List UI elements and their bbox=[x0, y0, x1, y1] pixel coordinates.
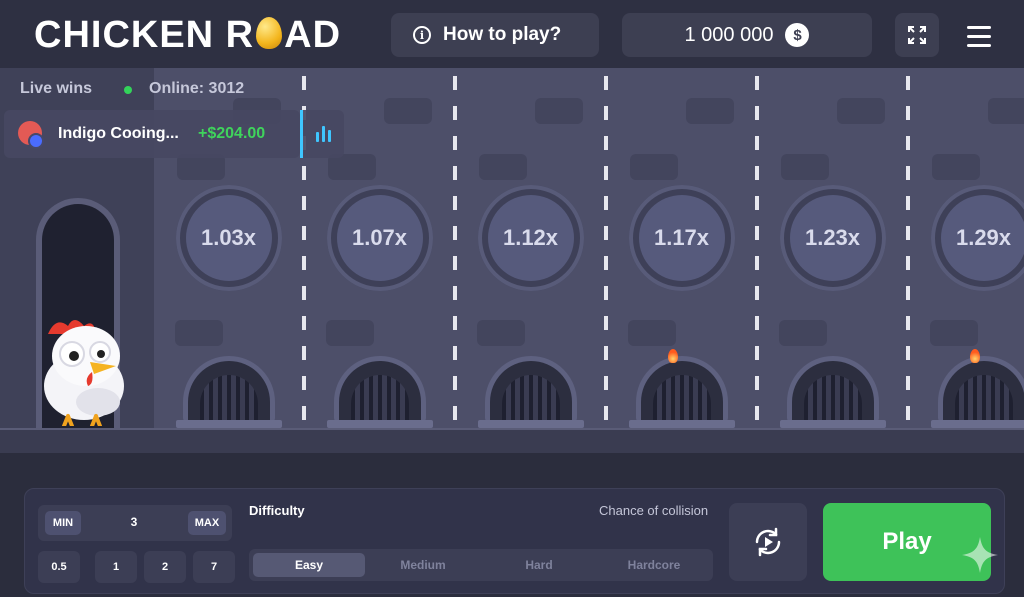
grate-base bbox=[175, 420, 282, 428]
live-win-card: Indigo Cooing... +$204.00 bbox=[4, 110, 300, 158]
menu-button[interactable] bbox=[960, 18, 998, 54]
multiplier-value: 1.23x bbox=[789, 195, 876, 281]
sparkle-icon bbox=[962, 537, 998, 573]
lane-divider bbox=[604, 76, 608, 431]
lane-divider bbox=[453, 76, 457, 431]
quick-bet-button[interactable]: 1 bbox=[95, 551, 137, 583]
sewer-grate bbox=[182, 356, 275, 422]
fullscreen-button[interactable] bbox=[895, 13, 939, 57]
top-bar: CHICKEN R AD i How to play? 1 000 000 $ bbox=[0, 0, 1024, 68]
grate-base bbox=[477, 420, 584, 428]
quick-bet-button[interactable]: 7 bbox=[193, 551, 235, 583]
wall-brick bbox=[930, 320, 978, 346]
lane-divider bbox=[755, 76, 759, 431]
sewer-grate bbox=[786, 356, 879, 422]
max-bet-button[interactable]: MAX bbox=[188, 511, 226, 535]
lane-divider bbox=[906, 76, 910, 431]
wall-brick bbox=[779, 320, 827, 346]
dollar-coin-icon: $ bbox=[785, 23, 810, 47]
multiplier-value: 1.29x bbox=[940, 195, 1024, 281]
grate-base bbox=[628, 420, 735, 428]
wall-brick bbox=[628, 320, 676, 346]
fire-icon bbox=[969, 349, 980, 363]
min-bet-button[interactable]: MIN bbox=[45, 511, 81, 535]
difficulty-option-hardcore[interactable]: Hardcore bbox=[598, 553, 710, 577]
balance-value: 1 000 000 bbox=[684, 23, 774, 46]
wall-brick bbox=[630, 154, 678, 180]
collision-chance-label: Chance of collision bbox=[599, 503, 709, 518]
win-amount: +$204.00 bbox=[198, 125, 266, 142]
multiplier-badge[interactable]: 1.03x bbox=[175, 185, 282, 291]
balance-display: 1 000 000 $ bbox=[622, 13, 872, 57]
quick-bet-button[interactable]: 2 bbox=[144, 551, 186, 583]
sewer-grate bbox=[484, 356, 577, 422]
wall-brick bbox=[988, 98, 1024, 124]
wall-brick bbox=[384, 98, 432, 124]
wall-brick bbox=[175, 320, 223, 346]
wall-brick bbox=[686, 98, 734, 124]
game-logo: CHICKEN R AD bbox=[34, 14, 342, 56]
wall-brick bbox=[326, 320, 374, 346]
wall-brick bbox=[837, 98, 885, 124]
how-to-play-label: How to play? bbox=[443, 24, 562, 45]
wall-brick bbox=[477, 320, 525, 346]
bar-chart-icon bbox=[316, 132, 319, 142]
golden-egg-icon bbox=[256, 17, 283, 49]
difficulty-option-hard[interactable]: Hard bbox=[483, 553, 595, 577]
quick-bet-button[interactable]: 0.5 bbox=[38, 551, 80, 583]
chicken-character bbox=[44, 320, 124, 426]
sewer-grate bbox=[333, 356, 426, 422]
difficulty-option-medium[interactable]: Medium bbox=[367, 553, 479, 577]
online-count: Online: 3012 bbox=[149, 80, 245, 97]
autoplay-button[interactable] bbox=[729, 503, 807, 581]
bet-amount-value[interactable]: 3 bbox=[124, 515, 144, 529]
how-to-play-button[interactable]: i How to play? bbox=[391, 13, 599, 57]
multiplier-badge[interactable]: 1.17x bbox=[628, 185, 735, 291]
autoplay-icon bbox=[755, 527, 781, 557]
wall-brick bbox=[781, 154, 829, 180]
live-wins-title: Live wins bbox=[20, 80, 93, 97]
sewer-grate bbox=[937, 356, 1024, 422]
difficulty-label: Difficulty bbox=[249, 503, 305, 518]
grate-base bbox=[326, 420, 433, 428]
multiplier-badge[interactable]: 1.23x bbox=[779, 185, 886, 291]
live-stats-button[interactable] bbox=[300, 110, 344, 158]
info-icon: i bbox=[413, 26, 431, 44]
wall-brick bbox=[535, 98, 583, 124]
grate-base bbox=[930, 420, 1024, 428]
multiplier-value: 1.07x bbox=[336, 195, 423, 281]
sewer-grate bbox=[635, 356, 728, 422]
road-curb bbox=[0, 428, 1024, 453]
multiplier-badge[interactable]: 1.12x bbox=[477, 185, 584, 291]
wall-brick bbox=[932, 154, 980, 180]
fire-icon bbox=[667, 349, 678, 363]
online-status-dot bbox=[124, 86, 132, 94]
multiplier-value: 1.17x bbox=[638, 195, 725, 281]
multiplier-value: 1.03x bbox=[185, 195, 272, 281]
avatar bbox=[18, 121, 44, 149]
multiplier-badge[interactable]: 1.07x bbox=[326, 185, 433, 291]
grate-base bbox=[779, 420, 886, 428]
difficulty-option-easy[interactable]: Easy bbox=[253, 553, 365, 577]
fullscreen-icon bbox=[908, 26, 926, 44]
multiplier-badge[interactable]: 1.29x bbox=[930, 185, 1024, 291]
multiplier-value: 1.12x bbox=[487, 195, 574, 281]
hamburger-icon bbox=[967, 25, 991, 29]
winner-name: Indigo Cooing... bbox=[58, 125, 179, 142]
wall-brick bbox=[479, 154, 527, 180]
live-wins-bar: Live wins Online: 3012 bbox=[0, 68, 300, 108]
